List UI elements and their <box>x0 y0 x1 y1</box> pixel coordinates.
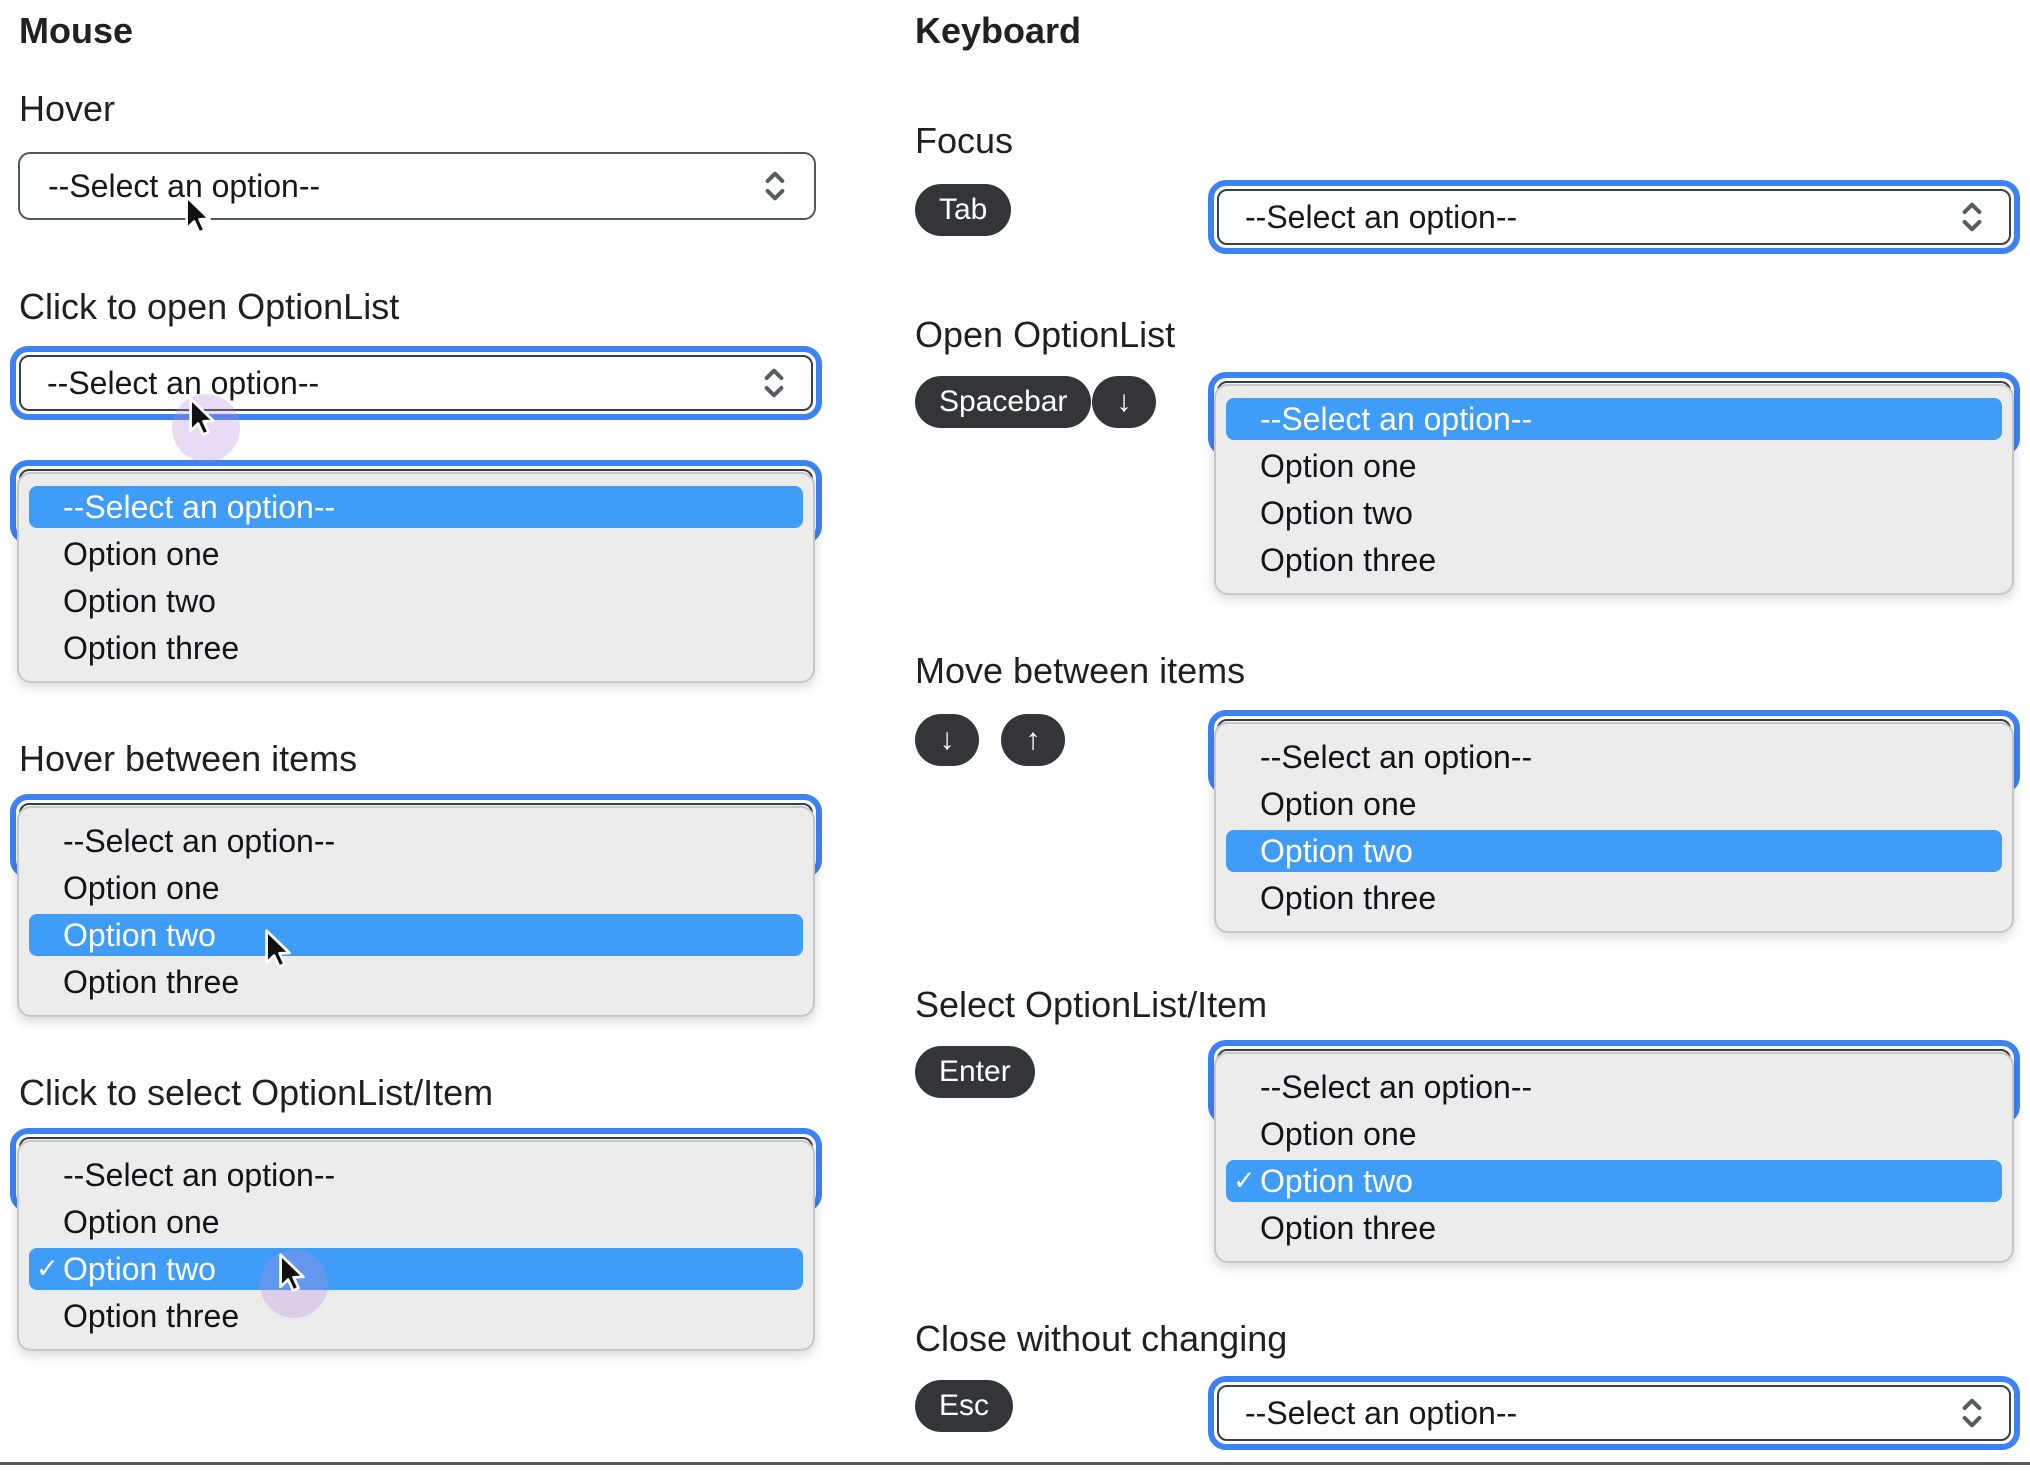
chevron-updown-icon <box>1962 1398 1982 1428</box>
key-badge-arrow-down: ↓ <box>915 714 979 766</box>
cursor-icon <box>265 929 291 968</box>
key-badge-arrow-down: ↓ <box>1092 376 1156 428</box>
option-item-three[interactable]: Option three <box>1226 1207 2002 1249</box>
select-focused[interactable]: --Select an option-- <box>1208 1376 2020 1450</box>
option-item-three[interactable]: Option three <box>29 627 803 669</box>
option-list: --Select an option-- Option one Option t… <box>17 806 815 1017</box>
option-item-two-selected[interactable]: ✓ Option two <box>1226 1160 2002 1202</box>
option-item-one[interactable]: Option one <box>29 1201 803 1243</box>
option-list: --Select an option-- Option one ✓ Option … <box>1214 1052 2014 1263</box>
select-placeholder-text: --Select an option-- <box>1245 1394 1518 1431</box>
key-badge-esc: Esc <box>915 1380 1014 1432</box>
close-section-label: Close without changing <box>915 1318 1288 1359</box>
option-item-placeholder[interactable]: --Select an option-- <box>1226 398 2002 440</box>
option-item-two-hovered[interactable]: Option two <box>29 914 803 956</box>
option-item-placeholder[interactable]: --Select an option-- <box>1226 736 2002 778</box>
cursor-icon <box>189 397 215 436</box>
open-section-label: Open OptionList <box>915 314 1176 355</box>
option-item-placeholder[interactable]: --Select an option-- <box>29 486 803 528</box>
option-item-three[interactable]: Option three <box>1226 539 2002 581</box>
option-list: --Select an option-- Option one Option t… <box>1214 722 2014 933</box>
option-list: --Select an option-- Option one ✓ Option … <box>17 1140 815 1351</box>
hover-items-section-label: Hover between items <box>19 738 358 779</box>
select-section-label: Select OptionList/Item <box>915 984 1268 1025</box>
option-item-two[interactable]: Option two <box>1226 492 2002 534</box>
chevron-updown-icon <box>765 171 785 201</box>
option-list: --Select an option-- Option one Option t… <box>1214 384 2014 595</box>
option-item-one[interactable]: Option one <box>1226 445 2002 487</box>
select-click-open-focused[interactable]: --Select an option-- <box>10 346 822 420</box>
select-focused[interactable]: --Select an option-- <box>1208 180 2020 254</box>
checkmark-icon: ✓ <box>36 1253 59 1284</box>
checkmark-icon: ✓ <box>1233 1165 1256 1196</box>
option-item-two-active[interactable]: Option two <box>1226 830 2002 872</box>
keyboard-column-heading: Keyboard <box>915 10 1082 51</box>
chevron-updown-icon <box>764 368 784 398</box>
click-select-section-label: Click to select OptionList/Item <box>19 1072 494 1113</box>
cursor-icon <box>279 1253 305 1292</box>
option-item-placeholder[interactable]: --Select an option-- <box>1226 1066 2002 1108</box>
option-item-one[interactable]: Option one <box>29 867 803 909</box>
chevron-updown-icon <box>1962 202 1982 232</box>
option-item-three[interactable]: Option three <box>1226 877 2002 919</box>
option-list: --Select an option-- Option one Option t… <box>17 472 815 683</box>
focus-section-label: Focus <box>915 120 1014 161</box>
select-hover[interactable]: --Select an option-- <box>18 152 816 220</box>
cursor-icon <box>185 195 211 234</box>
option-item-placeholder[interactable]: --Select an option-- <box>29 820 803 862</box>
move-section-label: Move between items <box>915 650 1246 691</box>
key-badge-arrow-up: ↑ <box>1001 714 1065 766</box>
key-badge-tab: Tab <box>915 184 1012 236</box>
key-badge-spacebar: Spacebar <box>915 376 1092 428</box>
option-item-two-selected[interactable]: ✓ Option two <box>29 1248 803 1290</box>
key-badge-enter: Enter <box>915 1046 1035 1098</box>
hover-section-label: Hover <box>19 88 116 129</box>
select-placeholder-text: --Select an option-- <box>47 364 320 401</box>
option-item-one[interactable]: Option one <box>1226 783 2002 825</box>
bottom-divider <box>0 1462 2030 1465</box>
option-item-two[interactable]: Option two <box>29 580 803 622</box>
option-item-three[interactable]: Option three <box>29 1295 803 1337</box>
option-item-placeholder[interactable]: --Select an option-- <box>29 1154 803 1196</box>
mouse-column-heading: Mouse <box>19 10 134 51</box>
option-item-one[interactable]: Option one <box>29 533 803 575</box>
click-open-section-label: Click to open OptionList <box>19 286 400 327</box>
option-item-three[interactable]: Option three <box>29 961 803 1003</box>
select-placeholder-text: --Select an option-- <box>1245 198 1518 235</box>
option-item-one[interactable]: Option one <box>1226 1113 2002 1155</box>
